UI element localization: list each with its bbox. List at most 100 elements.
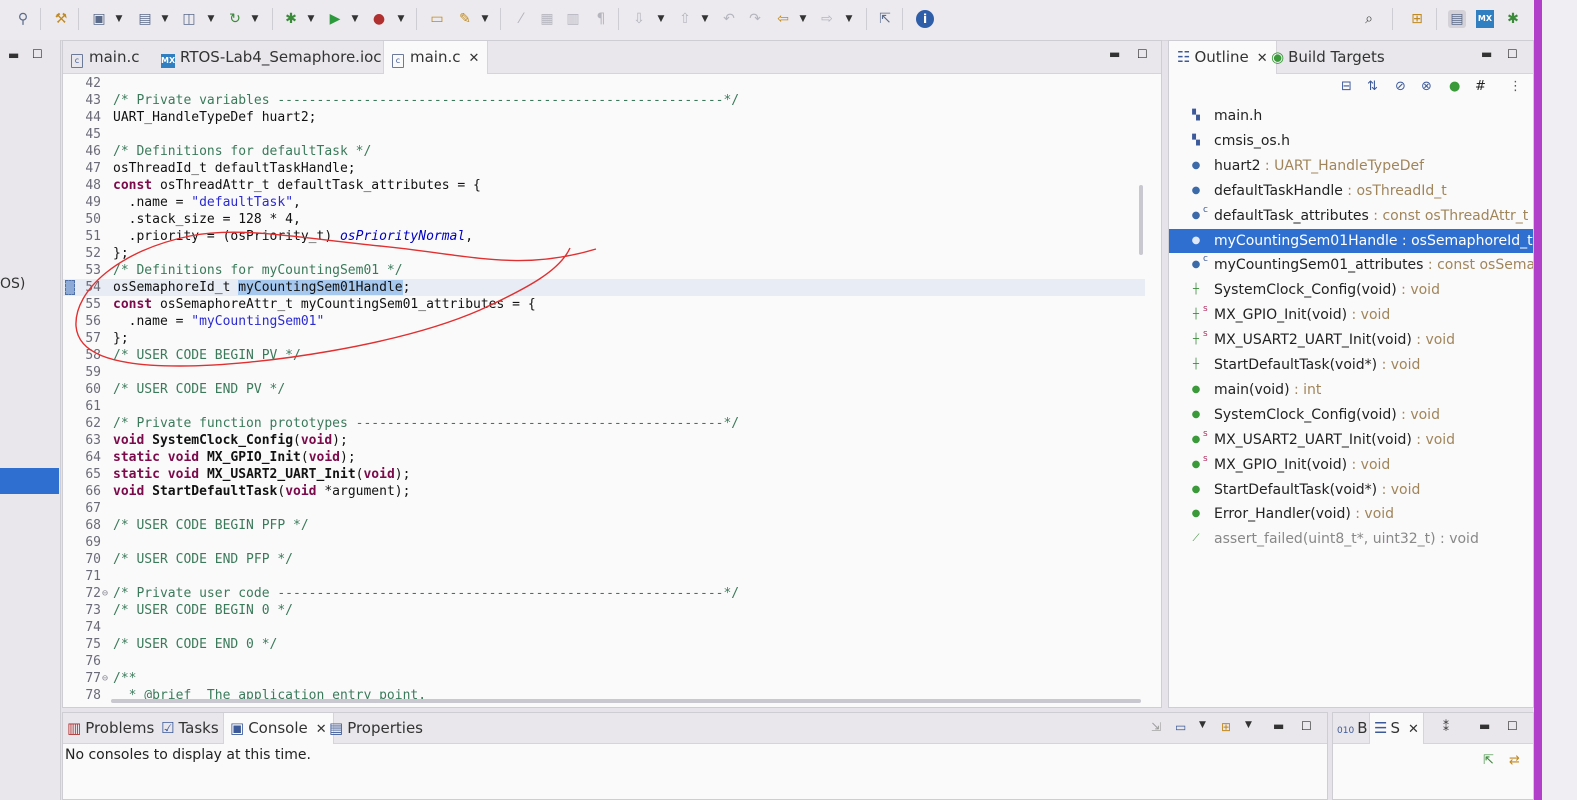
tab-binary[interactable]: 010 B (1337, 713, 1367, 743)
outline-item[interactable]: ┼ s MX_GPIO_Init(void) : void (1169, 303, 1533, 327)
code-area[interactable]: 42 43 /* Private variables ---------------… (63, 73, 1145, 705)
minimize-icon[interactable]: ▬ (1273, 719, 1284, 733)
close-icon[interactable]: ✕ (1257, 51, 1268, 66)
vertical-scrollbar[interactable] (1139, 185, 1143, 255)
code-line[interactable]: 75 /* USER CODE END 0 */ (63, 636, 1145, 653)
outline-item[interactable]: ● c defaultTask_attributes : const osThrea… (1169, 204, 1533, 228)
open-folder-icon[interactable]: ▭ (428, 10, 446, 28)
code-line[interactable]: 79 * @retval int (63, 704, 1145, 705)
code-line[interactable]: 51 .priority = (osPriority_t) osPriority… (63, 228, 1145, 245)
toggle-comment-icon[interactable]: ▦ (538, 10, 556, 28)
chevron-down-icon[interactable]: ▼ (700, 10, 710, 28)
chevron-down-icon[interactable]: ▼ (480, 10, 490, 28)
code-line[interactable]: 43 /* Private variables -----------------… (63, 92, 1145, 109)
code-line[interactable]: 46 /* Definitions for defaultTask */ (63, 143, 1145, 160)
chevron-down-icon[interactable]: ▼ (160, 10, 170, 28)
stop-icon[interactable]: ● (370, 10, 388, 28)
chevron-down-icon[interactable]: ▼ (1199, 720, 1206, 730)
fold-toggle-icon[interactable]: ⊖ (102, 585, 108, 602)
code-line[interactable]: 42 (63, 75, 1145, 92)
code-line[interactable]: 65 static void MX_USART2_UART_Init(void); (63, 466, 1145, 483)
outline-item[interactable]: ⟋ assert_failed(uint8_t*, uint32_t) : voi… (1169, 527, 1533, 551)
tab-main-c-active[interactable]: c main.c ✕ (383, 41, 489, 74)
chevron-down-icon[interactable]: ▼ (114, 10, 124, 28)
code-line[interactable]: 62 /* Private function prototypes -------… (63, 415, 1145, 432)
export-icon[interactable]: ⇱ (1483, 753, 1494, 768)
outline-item[interactable]: ┼ SystemClock_Config(void) : void (1169, 278, 1533, 302)
outline-item[interactable]: ● StartDefaultTask(void*) : void (1169, 478, 1533, 502)
sync-icon[interactable]: ⇄ (1509, 753, 1520, 768)
code-line[interactable]: 63 void SystemClock_Config(void); (63, 432, 1145, 449)
code-line[interactable]: 58 /* USER CODE BEGIN PV */ (63, 347, 1145, 364)
chevron-down-icon[interactable]: ▼ (656, 10, 666, 28)
outline-item[interactable]: ┼ StartDefaultTask(void*) : void (1169, 353, 1533, 377)
code-line[interactable]: 70 /* USER CODE END PFP */ (63, 551, 1145, 568)
maximize-icon[interactable]: ☐ (32, 47, 43, 61)
code-line[interactable]: 54 osSemaphoreId_t myCountingSem01Handle; (63, 279, 1145, 296)
collapse-all-icon[interactable]: ⊟ (1341, 79, 1352, 94)
outline-item[interactable]: ● s MX_GPIO_Init(void) : void (1169, 453, 1533, 477)
code-line[interactable]: 66 void StartDefaultTask(void *argument); (63, 483, 1145, 500)
pin-console-icon[interactable]: ⇲ (1151, 720, 1161, 734)
forward-icon[interactable]: ⇨ (818, 10, 836, 28)
outline-item[interactable]: ● c myCountingSem01_attributes : const osS… (1169, 253, 1533, 277)
mx-perspective-icon[interactable]: MX (1476, 10, 1494, 28)
tab-properties[interactable]: ▤ Properties (329, 713, 423, 743)
block-icon[interactable]: ▥ (564, 10, 582, 28)
tab-tasks[interactable]: ☑ Tasks (161, 713, 219, 743)
next-annotation-icon[interactable]: ⇩ (630, 10, 648, 28)
new-class-icon[interactable]: ◫ (180, 10, 198, 28)
outline-item[interactable]: ● Error_Handler(void) : void (1169, 502, 1533, 526)
refresh-icon[interactable]: ↻ (226, 10, 244, 28)
code-line[interactable]: 69 (63, 534, 1145, 551)
forward-edit-icon[interactable]: ↷ (746, 10, 764, 28)
code-line[interactable]: 56 .name = "myCountingSem01" (63, 313, 1145, 330)
new-project-icon[interactable]: ▤ (136, 10, 154, 28)
code-line[interactable]: 49 .name = "defaultTask", (63, 194, 1145, 211)
code-line[interactable]: 76 (63, 653, 1145, 670)
outline-item[interactable]: ┼ s MX_USART2_UART_Init(void) : void (1169, 328, 1533, 352)
code-line[interactable]: 71 (63, 568, 1145, 585)
maximize-icon[interactable]: ☐ (1301, 719, 1312, 733)
tab-outline[interactable]: ☷ Outline ✕ (1169, 41, 1277, 74)
code-line[interactable]: 61 (63, 398, 1145, 415)
code-line[interactable]: 57}; (63, 330, 1145, 347)
code-line[interactable]: 59 (63, 364, 1145, 381)
minimize-icon[interactable]: ▬ (1109, 47, 1120, 61)
chevron-down-icon[interactable]: ▼ (396, 10, 406, 28)
back-icon[interactable]: ⇦ (774, 10, 792, 28)
view-menu-icon[interactable]: ⁑ (1443, 720, 1449, 734)
chevron-down-icon[interactable]: ▼ (206, 10, 216, 28)
chevron-down-icon[interactable]: ▼ (250, 10, 260, 28)
code-line[interactable]: 77 ⊖ /** (63, 670, 1145, 687)
selected-tree-row[interactable] (0, 468, 59, 494)
fold-toggle-icon[interactable]: ⊖ (102, 670, 108, 687)
outline-item[interactable]: ▚ main.h (1169, 104, 1533, 128)
display-console-icon[interactable]: ▭ (1175, 720, 1186, 734)
code-line[interactable]: 72 ⊖ /* Private user code ----------------… (63, 585, 1145, 602)
hide-fields-icon[interactable]: ⊘ (1395, 79, 1406, 94)
close-icon[interactable]: ✕ (316, 722, 327, 737)
debug-icon[interactable]: ✱ (282, 10, 300, 28)
maximize-icon[interactable]: ☐ (1507, 719, 1518, 733)
minimize-icon[interactable]: ▬ (1481, 47, 1492, 61)
chevron-down-icon[interactable]: ▼ (798, 10, 808, 28)
info-icon[interactable]: i (916, 10, 934, 28)
tab-main-c[interactable]: c main.c (71, 41, 140, 73)
chevron-down-icon[interactable]: ▼ (844, 10, 854, 28)
tab-ioc[interactable]: MX RTOS-Lab4_Semaphore.ioc (161, 41, 382, 73)
pin-icon[interactable]: ⚲ (14, 10, 32, 28)
outline-item[interactable]: ● huart2 : UART_HandleTypeDef (1169, 154, 1533, 178)
paragraph-icon[interactable]: ¶ (592, 10, 610, 28)
outline-item[interactable]: ● defaultTaskHandle : osThreadId_t (1169, 179, 1533, 203)
close-icon[interactable]: ✕ (469, 51, 480, 66)
debug-perspective-icon[interactable]: ✱ (1504, 10, 1522, 28)
external-tool-icon[interactable]: ⇱ (876, 10, 894, 28)
wand-icon[interactable]: ✎ (456, 10, 474, 28)
code-line[interactable]: 60 /* USER CODE END PV */ (63, 381, 1145, 398)
outline-item[interactable]: ● s MX_USART2_UART_Init(void) : void (1169, 428, 1533, 452)
code-line[interactable]: 74 (63, 619, 1145, 636)
code-line[interactable]: 55 const osSemaphoreAttr_t myCountingSem0… (63, 296, 1145, 313)
last-edit-icon[interactable]: ↶ (720, 10, 738, 28)
outline-item[interactable]: ● SystemClock_Config(void) : void (1169, 403, 1533, 427)
